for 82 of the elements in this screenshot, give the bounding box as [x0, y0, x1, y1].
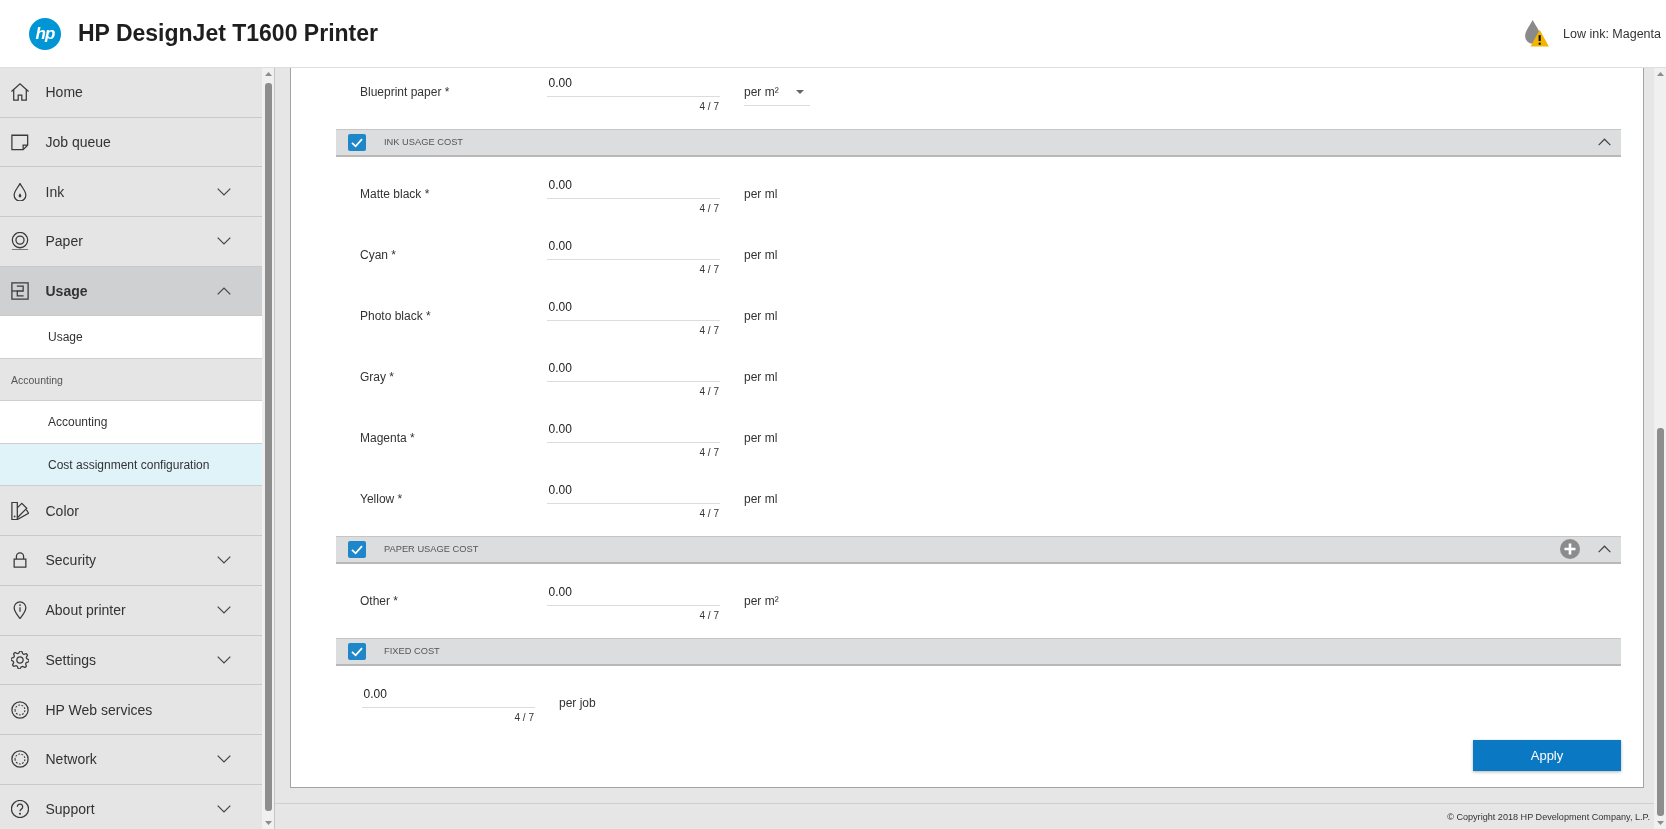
- character-counter: 4 / 7: [699, 99, 719, 113]
- scroll-down-icon[interactable]: [264, 821, 272, 825]
- unit-label: per ml: [744, 187, 778, 201]
- sidebar-subitem[interactable]: Usage: [0, 316, 262, 359]
- sidebar-item[interactable]: Usage: [0, 266, 262, 317]
- character-counter: 4 / 7: [699, 445, 719, 459]
- unit-label: per m²: [744, 594, 779, 608]
- field-label: Gray *: [360, 370, 395, 384]
- input-field[interactable]: 0.00: [547, 478, 720, 504]
- unit-label: per job: [559, 696, 596, 710]
- help-icon: [11, 799, 29, 818]
- lock-icon: [11, 551, 29, 570]
- input-field[interactable]: 0.00: [547, 71, 720, 97]
- character-counter: 4 / 7: [699, 384, 719, 398]
- scroll-up-icon[interactable]: [1656, 72, 1664, 76]
- character-counter: 4 / 7: [514, 710, 534, 724]
- scrollbar-thumb[interactable]: [1656, 428, 1664, 816]
- scrollbar-thumb[interactable]: [264, 83, 272, 811]
- character-counter: 4 / 7: [699, 608, 719, 622]
- scroll-up-icon[interactable]: [264, 72, 272, 76]
- unit-label: per ml: [744, 431, 778, 445]
- field-label: Cyan *: [360, 248, 398, 262]
- checkbox[interactable]: [348, 133, 366, 151]
- concentric-circles-icon: [11, 232, 29, 251]
- info-pin-icon: [11, 601, 29, 620]
- sidebar-subitem[interactable]: Accounting: [0, 401, 262, 444]
- ring-icon: [11, 750, 29, 769]
- home-icon: [11, 83, 29, 102]
- sidebar-subitem[interactable]: Cost assignment configuration: [0, 443, 262, 487]
- chevron-down-icon[interactable]: [217, 556, 231, 565]
- field-label: Matte black *: [360, 187, 431, 201]
- page-title: HP DesignJet T1600 Printer: [78, 20, 378, 47]
- character-counter: 4 / 7: [699, 323, 719, 337]
- section-title: FIXED COST: [384, 646, 440, 656]
- chevron-down-icon[interactable]: [217, 606, 231, 615]
- scroll-down-icon[interactable]: [1656, 821, 1664, 825]
- scrollbar[interactable]: [262, 68, 275, 829]
- field-label: Magenta *: [360, 431, 416, 445]
- ink-drop-icon: [11, 182, 29, 201]
- gear-icon: [11, 650, 29, 669]
- checkbox[interactable]: [348, 540, 366, 558]
- ink-warning-icon: [1525, 20, 1549, 47]
- input-field[interactable]: 0.00: [362, 682, 535, 708]
- chevron-down-icon[interactable]: [217, 237, 231, 246]
- input-field[interactable]: 0.00: [547, 580, 720, 606]
- unit-label: per ml: [744, 309, 778, 323]
- chevron-down-icon[interactable]: [217, 187, 231, 196]
- apply-button[interactable]: Apply: [1473, 739, 1621, 771]
- field-label: Yellow *: [360, 492, 404, 506]
- input-field[interactable]: 0.00: [547, 417, 720, 443]
- character-counter: 4 / 7: [699, 506, 719, 520]
- status-text: Low ink: Magenta: [1563, 26, 1661, 41]
- chevron-down-icon[interactable]: [217, 655, 231, 664]
- logo: hp: [29, 17, 61, 50]
- character-counter: 4 / 7: [699, 201, 719, 215]
- page-icon: [11, 133, 29, 152]
- chevron-up-icon[interactable]: [217, 287, 231, 296]
- chevron-down-icon[interactable]: [217, 804, 231, 813]
- field-label: Other *: [360, 594, 399, 608]
- chevron-up-icon[interactable]: [1598, 545, 1611, 553]
- input-field[interactable]: 0.00: [547, 295, 720, 321]
- swatch-fan-icon: [11, 501, 29, 520]
- character-counter: 4 / 7: [699, 262, 719, 276]
- section-title: PAPER USAGE COST: [384, 544, 479, 554]
- chevron-up-icon[interactable]: [1598, 138, 1611, 146]
- scrollbar[interactable]: [1654, 68, 1666, 829]
- input-field[interactable]: 0.00: [547, 234, 720, 260]
- chevron-down-icon[interactable]: [217, 755, 231, 764]
- unit-label: per ml: [744, 370, 778, 384]
- field-label: Photo black *: [360, 309, 432, 323]
- plus-circle-icon[interactable]: [1560, 539, 1580, 559]
- unit-label: per ml: [744, 248, 778, 262]
- ring-icon: [11, 700, 29, 719]
- copyright-text: © Copyright 2018 HP Development Company, L.P.: [1447, 811, 1650, 822]
- checkbox[interactable]: [348, 642, 366, 660]
- input-field[interactable]: 0.00: [547, 173, 720, 199]
- unit-label: per ml: [744, 492, 778, 506]
- unit-dropdown[interactable]: per m²: [744, 78, 810, 106]
- field-label: Blueprint paper *: [360, 85, 451, 99]
- caret-icon: [796, 89, 804, 94]
- input-field[interactable]: 0.00: [547, 356, 720, 382]
- section-title: INK USAGE COST: [384, 137, 464, 147]
